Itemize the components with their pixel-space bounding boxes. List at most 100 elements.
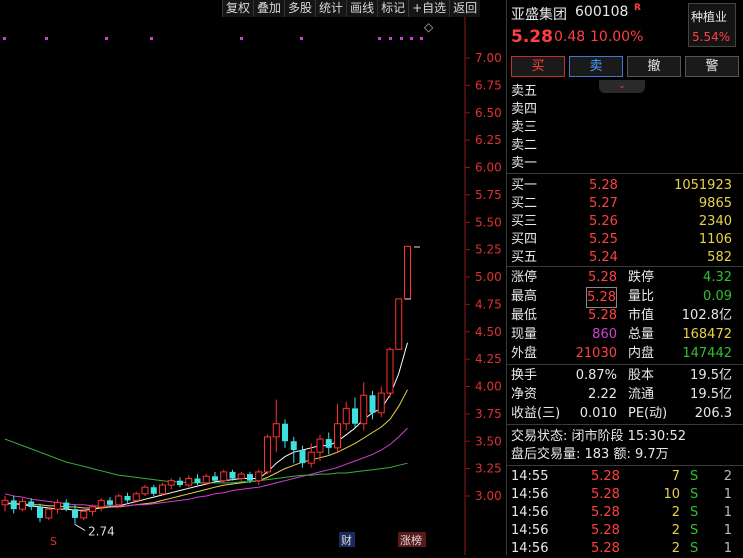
s-marker[interactable]: S (50, 535, 57, 548)
candle-body (167, 480, 175, 486)
sell-button[interactable]: 卖 (569, 56, 623, 77)
candle-body (45, 508, 53, 519)
candle-body (404, 245, 411, 300)
stat-value: 5.28 (588, 270, 617, 285)
toolbar-btn-5[interactable]: 标记 (377, 0, 409, 17)
candle-body (334, 423, 341, 449)
bid-row: 买三 5.26 2340 (507, 212, 743, 231)
bid-price: 5.27 (589, 196, 618, 211)
tick-price: 5.28 (591, 523, 620, 538)
stat-label: 总量 (628, 327, 655, 342)
tick-row: 14:56 5.28 2 S 1 (507, 503, 743, 522)
tick-count: 1 (723, 523, 732, 538)
candle-body (247, 474, 253, 481)
stat-row: 现量 860 总量 168472 (507, 325, 743, 344)
event-dot (3, 37, 6, 40)
stat-row: 外盘 21030 内盘 147442 (507, 344, 743, 363)
event-dot (389, 37, 392, 40)
toolbar-btn-4[interactable]: 画线 (346, 0, 378, 17)
toolbar-btn-6[interactable]: +自选 (408, 0, 450, 17)
alert-button[interactable]: 警 (685, 56, 739, 77)
buy-button[interactable]: 买 (511, 56, 565, 77)
tick-price: 5.28 (591, 487, 620, 502)
candle-body (54, 502, 61, 510)
candle-body (360, 394, 368, 425)
fundamental-value: 19.5亿 (690, 368, 732, 383)
tick-time: 14:56 (511, 505, 549, 520)
toolbar-btn-3[interactable]: 统计 (315, 0, 347, 17)
tick-row: 14:56 5.28 2 S 1 (507, 521, 743, 540)
toolbar-btn-1[interactable]: 叠加 (253, 0, 285, 17)
stat-value: 860 (592, 327, 617, 342)
candle-body (299, 450, 306, 464)
candle-body (80, 510, 88, 519)
tick-side: S (690, 541, 699, 556)
fundamental-label: 收益(三) (511, 406, 561, 421)
cancel-order-button[interactable]: 撤 (627, 56, 681, 77)
sector-box[interactable]: 种植业 5.54% (688, 3, 736, 47)
bid-row: 买一 5.28 1051923 (507, 176, 743, 195)
diamond-icon[interactable]: ◇ (424, 20, 434, 34)
stat-label: 外盘 (511, 346, 538, 361)
toolbar-btn-7[interactable]: 返回 (449, 0, 481, 17)
stat-value: 102.8亿 (681, 308, 732, 323)
tick-price: 5.28 (591, 541, 620, 556)
stat-label: 量比 (628, 289, 655, 304)
y-tick-label: 6.25 (475, 133, 502, 147)
bid-volume: 9865 (698, 196, 732, 211)
candle-body (377, 392, 385, 414)
tick-side: S (690, 523, 699, 538)
bid-price: 5.24 (589, 250, 618, 265)
fundamental-row: 收益(三) 0.010 PE(动) 206.3 (507, 404, 743, 423)
stat-row: 最高 5.28 量比 0.09 (507, 287, 743, 308)
y-tick-label: 5.75 (475, 188, 502, 202)
fundamental-label: 换手 (511, 368, 538, 383)
fundamental-value: 19.5亿 (690, 387, 732, 402)
bid-volume: 582 (707, 250, 732, 265)
tick-time: 14:56 (511, 523, 549, 538)
y-tick-label: 6.00 (475, 161, 502, 175)
ma-line-1 (4, 389, 408, 509)
stat-value: 5.28 (588, 308, 617, 323)
tick-price: 5.28 (591, 469, 620, 484)
tick-side: S (690, 505, 699, 520)
candle-body (177, 480, 183, 486)
tick-row: 14:56 5.28 2 S 1 (507, 539, 743, 558)
limit-up-marker[interactable]: 涨榜 (400, 533, 422, 547)
candle-body (97, 499, 105, 508)
y-tick-label: 5.00 (475, 270, 502, 284)
candle-body (342, 407, 350, 425)
stock-code: 600108 (575, 4, 629, 20)
toolbar-btn-2[interactable]: 多股 (284, 0, 316, 17)
candle-body (282, 423, 288, 442)
fundamental-row: 换手 0.87% 股本 19.5亿 (507, 366, 743, 385)
kline-chart[interactable]: ◇ 7.00 6.75 6.50 6.25 6.00 5.75 5.50 5.25 5.00 4.… (0, 0, 505, 555)
stat-value: 4.32 (703, 270, 732, 285)
stat-row: 涨停 5.28 跌停 4.32 (507, 268, 743, 287)
candle-body (107, 500, 113, 505)
bid-volume: 1051923 (674, 178, 732, 193)
ask-label: 卖三 (511, 120, 538, 135)
finance-marker[interactable]: 财 (341, 533, 352, 547)
candle-body (28, 501, 35, 507)
toolbar-btn-0[interactable]: 复权 (222, 0, 254, 17)
y-tick-label: 3.25 (475, 462, 502, 476)
candle-body (1, 499, 9, 506)
bid-row: 买二 5.27 9865 (507, 194, 743, 213)
fundamental-value: 0.010 (579, 406, 617, 421)
candle-body (202, 475, 210, 484)
ask-label: 卖一 (511, 156, 538, 171)
candle-body (132, 493, 140, 501)
tick-price: 5.28 (591, 505, 620, 520)
candle-body (72, 509, 78, 518)
stat-label: 最高 (511, 289, 538, 304)
stat-label: 市值 (628, 308, 655, 323)
stat-label: 现量 (511, 327, 538, 342)
candle-body (37, 506, 43, 518)
tick-count: 1 (723, 505, 732, 520)
y-tick-label: 6.75 (475, 78, 502, 92)
candle-body (237, 473, 245, 479)
candle-body (352, 408, 358, 424)
bid-volume: 2340 (698, 214, 732, 229)
tick-count: 1 (723, 487, 732, 502)
